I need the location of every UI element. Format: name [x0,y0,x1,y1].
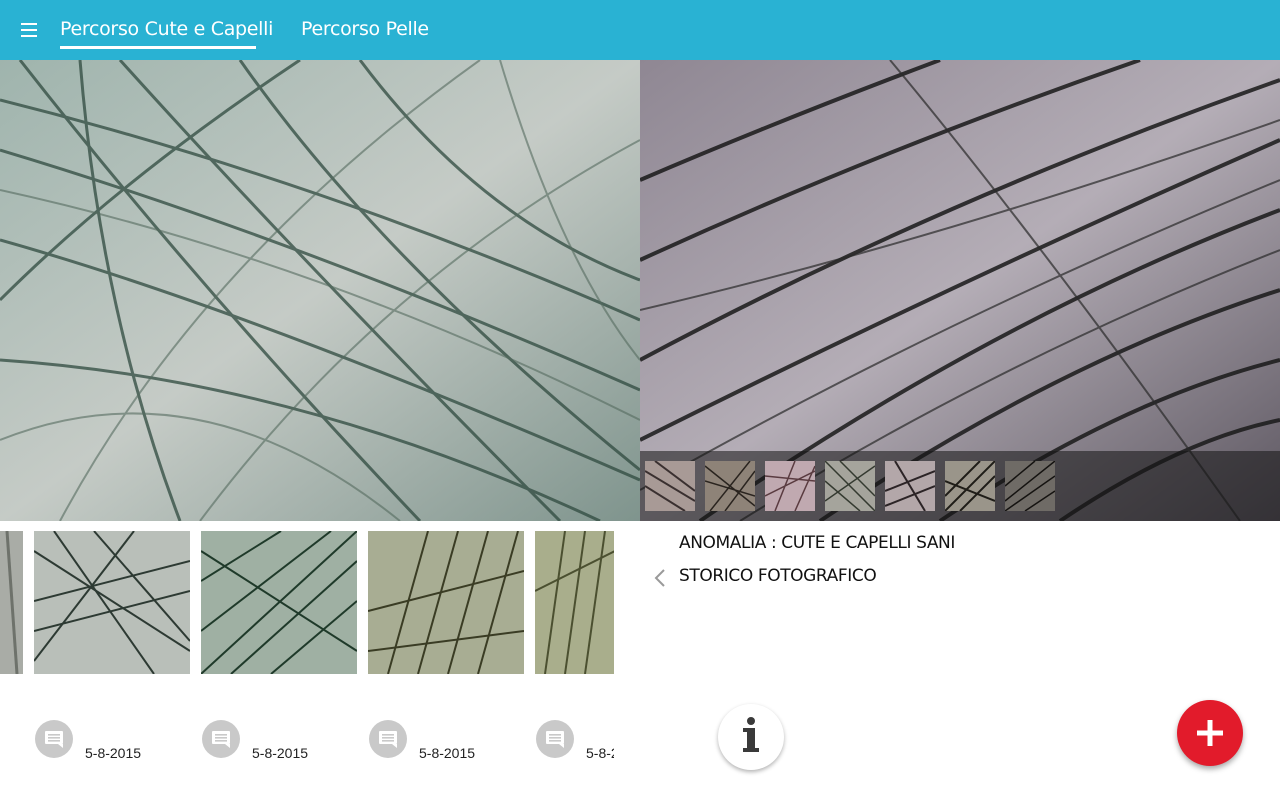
thumbnail-5[interactable] [885,461,935,511]
info-icon [743,717,759,752]
photo-history-link[interactable]: STORICO FOTOGRAFICO [679,566,877,586]
thumbnail-7[interactable] [1005,461,1055,511]
photo-date: 5-8-2015 [85,745,142,761]
photo-gallery [0,531,614,681]
comment-icon[interactable] [202,720,240,758]
comment-icon[interactable] [369,720,407,758]
photo-date: 5-8-2 [586,745,614,761]
info-button[interactable] [718,704,784,770]
gallery-photo-1[interactable] [34,531,190,674]
gallery-caption-1: 5-8-2015 [35,710,195,770]
chevron-left-icon[interactable] [651,566,669,590]
gallery-photo-0[interactable] [0,531,23,674]
tab-percorso-cute-capelli[interactable]: Percorso Cute e Capelli [60,0,273,60]
thumbnail-3[interactable] [765,461,815,511]
tab-percorso-pelle[interactable]: Percorso Pelle [301,0,429,60]
thumbnail-4[interactable] [825,461,875,511]
photo-date: 5-8-2015 [419,745,476,761]
app-header: Percorso Cute e Capelli Percorso Pelle [0,0,1280,60]
active-tab-indicator [60,46,256,49]
thumbnail-1[interactable] [645,461,695,511]
gallery-caption-2: 5-8-2015 [202,710,362,770]
comment-icon[interactable] [536,720,574,758]
gallery-captions: 5-8-2015 5-8-2015 5-8-2015 5-8-2 [0,710,614,770]
main-photo-left[interactable] [0,60,640,521]
add-button[interactable] [1177,700,1243,766]
gallery-photo-3[interactable] [368,531,524,674]
comment-icon[interactable] [35,720,73,758]
thumbnail-2[interactable] [705,461,755,511]
photo-date: 5-8-2015 [252,745,309,761]
gallery-photo-2[interactable] [201,531,357,674]
gallery-caption-3: 5-8-2015 [369,710,529,770]
anomaly-label: ANOMALIA : CUTE E CAPELLI SANI [679,533,955,553]
thumbnail-strip [640,451,1280,521]
gallery-caption-4: 5-8-2 [536,710,614,770]
hamburger-menu-icon[interactable] [18,18,42,42]
thumbnail-6[interactable] [945,461,995,511]
gallery-photo-4[interactable] [535,531,614,674]
plus-icon [1197,720,1223,746]
